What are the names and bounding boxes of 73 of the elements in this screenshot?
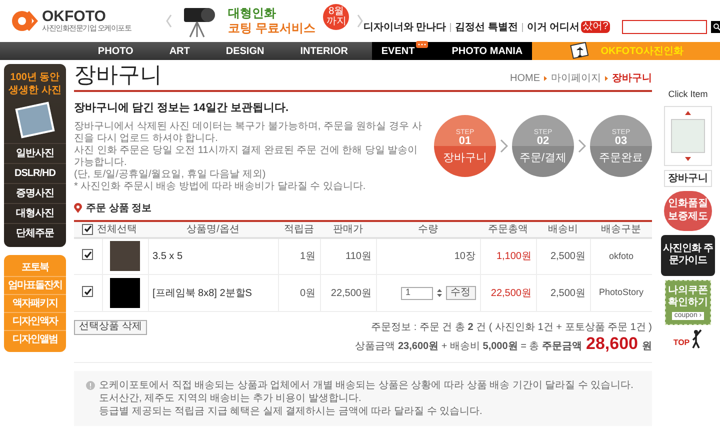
order-summary: 주문정보 : 주문 건 총 2 건 ( 사진인화 1건 + 포토상품 주문 1건 ) [371, 321, 652, 335]
shipping-cell: 2,500원 [550, 288, 586, 298]
sidebar-menu-item[interactable]: 대형사진 [4, 203, 66, 223]
nav-item[interactable]: PHOTO MANIA [452, 44, 523, 58]
note-text: 등급별 제공되는 적립금 지급 혜택은 실제 결제하시는 금액에 따라 달라질 수 있습니다. [99, 405, 484, 418]
banner-title: 대형인화 [228, 6, 277, 21]
column-header: 배송구분 [601, 224, 641, 234]
note-text: 도서산간, 제주도 지역의 배송비는 추가 비용이 발생합니다. [99, 392, 362, 405]
breadcrumb-link[interactable]: 장바구니 [612, 71, 652, 86]
carrier-cell: okfoto [608, 250, 634, 260]
carrier-cell: PhotoStory [598, 287, 644, 298]
quantity-cell: 10장 [454, 250, 476, 262]
column-header: 배송비 [548, 224, 578, 234]
sidebar-menu-item[interactable]: 단체주문 [4, 223, 66, 243]
column-header: 전체선택 [97, 222, 137, 236]
shipping-cell: 2,500원 [550, 250, 586, 262]
note-text: 오케이포토에서 직접 배송되는 상품과 업체에서 개별 배송되는 상품은 상황에 따라 상품 배송 기간이 달라질 수 있습니다. [99, 379, 634, 392]
step-number: 03 [614, 136, 628, 147]
quality-badge[interactable]: 인화품질 보증제도 [664, 190, 712, 230]
sidebar-tagline: 100년 동안 생생한 사진 [8, 72, 62, 97]
total-cell: 1,100원 [496, 250, 532, 262]
banner-subtitle: 코팅 무료서비스 [228, 21, 316, 36]
amount-summary: 상품금액 23,600원 + 배송비 5,000원 = 총 주문금액 [355, 340, 582, 354]
grand-total-unit: 원 [642, 340, 652, 354]
nav-item[interactable]: INTERIOR [300, 44, 348, 58]
guide-banner[interactable]: 사진인화 주문가이드 [661, 234, 715, 276]
column-header: 판매가 [333, 224, 363, 234]
price-cell: 110원 [346, 250, 372, 262]
header-link[interactable]: 이거 어디서 [526, 20, 580, 34]
total-cell: 22,500원 [490, 288, 532, 298]
grand-total: 28,600 [586, 335, 638, 352]
breadcrumb-link[interactable]: 마이페이지 [551, 71, 601, 86]
step-label: 주문완료 [599, 152, 643, 164]
column-header: 적립금 [284, 224, 314, 234]
quantity-field[interactable]: 1 [400, 286, 432, 300]
sidebar-menu-item[interactable]: 일반사진 [4, 143, 66, 163]
banner-badge: 8월 까지 [323, 4, 350, 30]
intro-text: (단, 토/일/공휴일/월요일, 휴일 다음날 제외) [74, 168, 267, 180]
points-cell: 1원 [300, 250, 316, 262]
nav-item[interactable]: DESIGN [226, 44, 264, 58]
intro-text: * 사진인화 주문시 배송 방법에 따라 배송비가 달라질 수 있습니다. [74, 180, 367, 192]
intro-heading: 장바구니에 담긴 정보는 14일간 보관됩니다. [74, 101, 290, 116]
nav-item[interactable]: ART [169, 44, 190, 58]
coupon-text: 나의쿠폰 확인하기 [667, 284, 709, 310]
update-button[interactable]: 수정 [446, 286, 476, 300]
product-name: [프레임북 8x8] 2분할S [152, 288, 252, 298]
sidebar-title: Click Item [668, 88, 708, 101]
intro-text: 장바구니에서 삭제된 사진 데이터는 복구가 불가능하며, 주문을 원하실 경우 사진을 다시 업로드 하셔야 합니다. [74, 120, 423, 144]
column-header: 상품명/옵션 [186, 224, 240, 234]
cart-link[interactable]: 장바구니 [664, 170, 712, 186]
link-badge: 샀어? [580, 20, 610, 34]
delete-selected-button[interactable]: 선택상품 삭제 [74, 320, 147, 334]
breadcrumb-link[interactable]: HOME [510, 71, 540, 86]
intro-text: 사진 인화 주문은 당일 오전 11시까지 결제 완료된 주문 건에 한해 당일 발송이 가능합니다. [74, 144, 419, 168]
step-number: 01 [458, 136, 472, 147]
price-cell: 22,500원 [330, 288, 372, 298]
column-header: 주문총액 [488, 224, 528, 234]
product-name: 3.5 x 5 [152, 250, 183, 262]
sidebar-menu-item[interactable]: 증명사진 [4, 183, 66, 203]
column-header: 수량 [418, 224, 438, 234]
step-number: 02 [536, 136, 550, 147]
header-link[interactable]: 디자이너와 만나다 [363, 20, 446, 34]
step-label: 주문/결제 [519, 152, 567, 164]
header-link[interactable]: 김정선 특별전 [455, 20, 518, 34]
logo-text: OKFOTO [42, 8, 107, 24]
nav-item[interactable]: EVENT [381, 44, 428, 58]
step-label: 장바구니 [443, 152, 487, 164]
points-cell: 0원 [300, 288, 316, 298]
page-title: 장바구니 [74, 64, 162, 86]
sidebar-menu-item[interactable]: DSLR/HD [4, 163, 66, 183]
top-link[interactable]: TOP [673, 337, 690, 350]
section-title: 주문 상품 정보 [86, 202, 152, 216]
nav-item[interactable]: PHOTO [98, 44, 134, 58]
